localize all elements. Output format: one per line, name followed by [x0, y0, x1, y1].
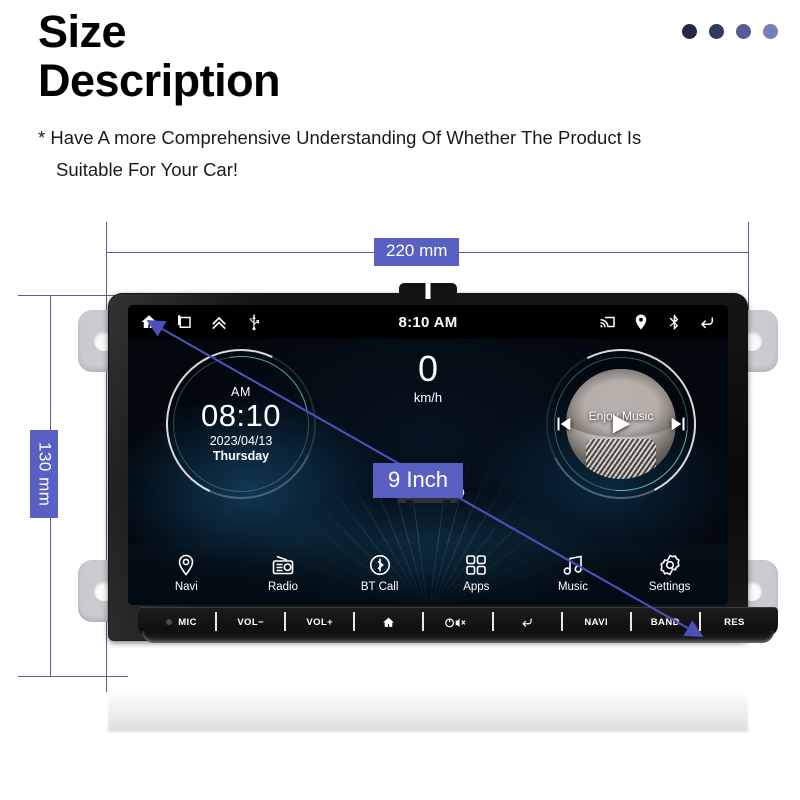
- button-label: NAVI: [584, 616, 608, 628]
- gear-icon: [658, 553, 682, 577]
- button-home[interactable]: [353, 612, 422, 632]
- dock-label: Radio: [267, 581, 299, 593]
- dock-label: BT Call: [360, 581, 399, 593]
- infographic-root: Size Description * Have A more Comprehen…: [0, 0, 800, 800]
- device-reflection: [108, 684, 748, 732]
- location-pin-icon: [174, 553, 198, 577]
- button-back[interactable]: [491, 612, 561, 632]
- clock-date: 2023/04/13: [209, 433, 273, 448]
- dock-item-music[interactable]: Music: [531, 553, 615, 593]
- home-icon: [382, 616, 395, 629]
- button-volume-down[interactable]: VOL−: [215, 612, 284, 632]
- back-arrow-icon[interactable]: [698, 313, 716, 331]
- clock-widget[interactable]: AM 08:10 2023/04/13 Thursday: [144, 327, 338, 521]
- dot-3: [736, 24, 751, 39]
- cast-icon[interactable]: [599, 313, 617, 331]
- status-bar-right-icons: [599, 313, 716, 331]
- recents-icon[interactable]: [175, 313, 193, 331]
- dock-item-radio[interactable]: Radio: [241, 553, 325, 593]
- button-mic[interactable]: MIC: [148, 612, 215, 632]
- bluetooth-icon[interactable]: [665, 313, 683, 331]
- title-line-2: Description: [38, 54, 281, 106]
- album-art-texture: [585, 439, 657, 479]
- dock-label: Settings: [648, 581, 691, 593]
- speed-widget: 0 km/h: [413, 348, 443, 406]
- dot-1: [682, 24, 697, 39]
- button-band[interactable]: BAND: [629, 612, 699, 632]
- dock-label: Music: [557, 581, 588, 593]
- previous-track-icon[interactable]: [552, 413, 574, 435]
- button-navi[interactable]: NAVI: [560, 612, 630, 632]
- page-subtitle: * Have A more Comprehensive Understandin…: [38, 122, 718, 187]
- page-title: Size Description: [38, 6, 281, 106]
- bluetooth-icon: [368, 553, 392, 577]
- dot-4: [763, 24, 778, 39]
- speed-value: 0: [417, 348, 439, 389]
- grid-apps-icon: [464, 553, 488, 577]
- clock-text: AM 08:10 2023/04/13 Thursday: [166, 349, 316, 499]
- status-bar-left-icons: [140, 313, 263, 331]
- dock-label: Apps: [463, 581, 490, 593]
- home-icon[interactable]: [140, 313, 158, 331]
- dock-label: Navi: [174, 581, 198, 593]
- button-volume-up[interactable]: VOL+: [284, 612, 353, 632]
- button-label: RES: [724, 616, 745, 628]
- radio-icon: [271, 553, 295, 577]
- button-label: VOL−: [237, 616, 264, 628]
- button-label: MIC: [178, 616, 197, 628]
- clock-ampm: AM: [231, 385, 251, 400]
- chassis-bottom-edge: [142, 631, 774, 643]
- decorative-dots: [682, 24, 778, 39]
- top-mount-tab: [399, 283, 457, 299]
- height-dimension-badge: 130 mm: [30, 430, 58, 519]
- play-icon[interactable]: [607, 410, 635, 438]
- button-res[interactable]: RES: [698, 612, 768, 632]
- music-controls: [546, 410, 696, 438]
- subtitle-line-1: * Have A more Comprehensive Understandin…: [38, 127, 642, 148]
- subtitle-line-2: Suitable For Your Car!: [56, 159, 239, 181]
- width-dimension-badge: 220 mm: [374, 238, 460, 266]
- power-mute-icon: [445, 616, 471, 629]
- dock-item-settings[interactable]: Settings: [628, 553, 712, 593]
- mic-dot-icon: [166, 619, 173, 625]
- next-track-icon[interactable]: [668, 413, 690, 435]
- dock-item-navi[interactable]: Navi: [144, 553, 228, 593]
- button-label: BAND: [650, 616, 680, 628]
- title-line-1: Size: [38, 6, 127, 57]
- touchscreen[interactable]: 8:10 AM AM 08:10 2023/04/13 Thursday 0 k…: [128, 305, 728, 605]
- dock-item-bt-call[interactable]: BT Call: [338, 553, 422, 593]
- dock-item-apps[interactable]: Apps: [434, 553, 518, 593]
- chevron-up-icon[interactable]: [210, 313, 228, 331]
- button-label: VOL+: [306, 616, 334, 628]
- music-widget[interactable]: Enjoy Music: [526, 329, 716, 519]
- app-dock: Navi Radio BT Call Apps Music Settings: [128, 543, 728, 605]
- status-bar-clock: 8:10 AM: [398, 313, 458, 331]
- clock-weekday: Thursday: [212, 448, 270, 463]
- location-pin-icon[interactable]: [632, 313, 650, 331]
- usb-icon[interactable]: [245, 313, 263, 331]
- clock-time: 08:10: [200, 398, 282, 434]
- speed-unit: km/h: [413, 390, 443, 405]
- dot-2: [709, 24, 724, 39]
- diagonal-size-badge: 9 Inch: [373, 463, 463, 499]
- button-power-mute[interactable]: [422, 612, 491, 632]
- music-note-icon: [561, 553, 585, 577]
- status-bar: 8:10 AM: [128, 305, 728, 339]
- back-arrow-icon: [520, 615, 534, 629]
